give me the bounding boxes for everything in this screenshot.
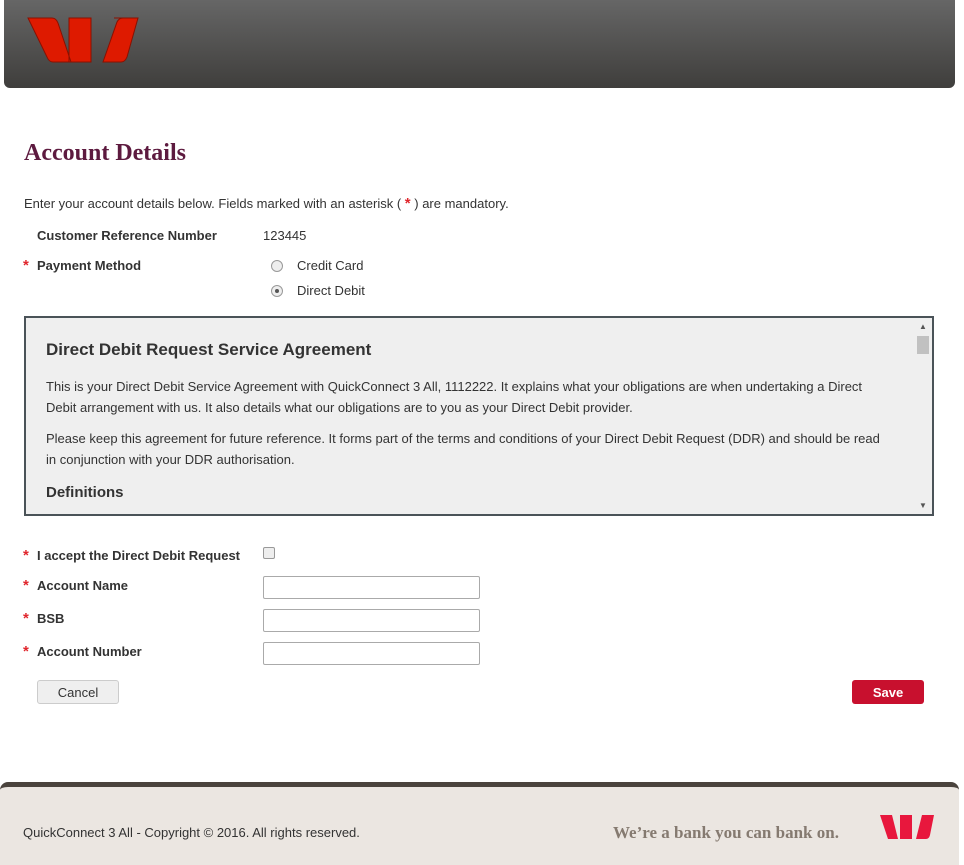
account-number-input[interactable]: [263, 642, 480, 665]
agreement-paragraph: Please keep this agreement for future re…: [46, 431, 880, 467]
agreement-paragraph: This is your Direct Debit Service Agreem…: [46, 379, 863, 415]
agreement-title: Direct Debit Request Service Agreement: [46, 340, 372, 359]
required-icon: *: [23, 643, 29, 660]
payment-method-label: Payment Method: [37, 258, 142, 273]
scroll-down-icon[interactable]: ▼: [919, 501, 927, 510]
save-button[interactable]: Save: [852, 680, 924, 704]
intro-text: Enter your account details below. Fields…: [24, 195, 509, 212]
cancel-button[interactable]: Cancel: [37, 680, 119, 704]
account-number-label: Account Number: [37, 644, 142, 659]
tagline: We’re a bank you can bank on.: [613, 823, 839, 842]
scrollbar[interactable]: ▲ ▼: [915, 318, 932, 514]
copyright-text: QuickConnect 3 All - Copyright © 2016. A…: [23, 825, 360, 840]
required-icon: *: [23, 610, 29, 627]
scroll-up-icon[interactable]: ▲: [919, 322, 927, 331]
westpac-logo: [27, 17, 139, 63]
westpac-footer-logo: [880, 815, 934, 839]
customer-ref-label: Customer Reference Number: [37, 228, 217, 243]
customer-ref-value: 123445: [263, 228, 307, 243]
bsb-input[interactable]: [263, 609, 480, 632]
scroll-thumb[interactable]: [917, 336, 929, 354]
required-icon: *: [23, 577, 29, 594]
footer: QuickConnect 3 All - Copyright © 2016. A…: [0, 782, 959, 865]
definitions-heading: Definitions: [46, 484, 124, 501]
header: [4, 0, 955, 88]
agreement-box[interactable]: Direct Debit Request Service Agreement T…: [24, 316, 934, 516]
page-title: Account Details: [24, 140, 186, 166]
accept-label: I accept the Direct Debit Request: [37, 548, 240, 563]
required-icon: *: [23, 257, 29, 274]
bsb-label: BSB: [37, 611, 65, 626]
required-icon: *: [23, 547, 29, 564]
account-name-input[interactable]: [263, 576, 480, 599]
radio-direct-debit[interactable]: Direct Debit: [271, 283, 365, 298]
accept-checkbox[interactable]: [263, 547, 275, 559]
account-name-label: Account Name: [37, 578, 129, 593]
radio-credit-card[interactable]: Credit Card: [271, 258, 363, 273]
